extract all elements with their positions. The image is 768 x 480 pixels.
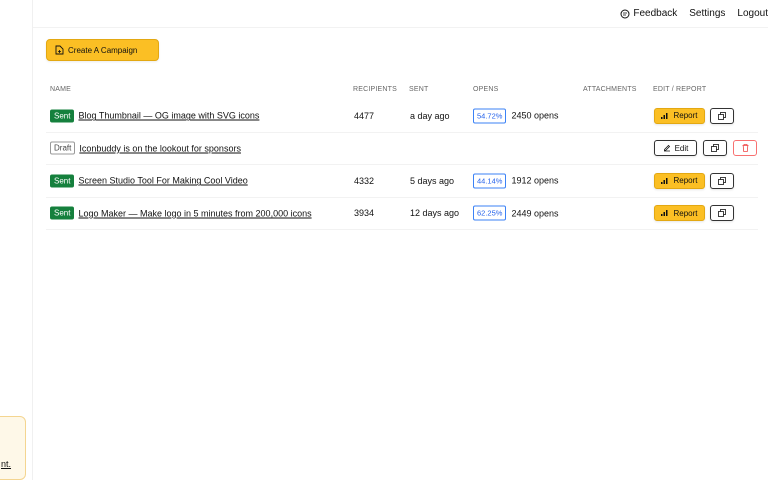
opens-count: 2450 opens <box>511 110 559 121</box>
opens-cell: 44.14% 1912 opens <box>473 173 559 189</box>
recipients-value: 4332 <box>354 175 375 186</box>
header-recipients: RECIPIENTS <box>353 86 398 93</box>
sidebar: nt. <box>0 0 33 480</box>
table-row: Sent Logo Maker — Make logo in 5 minutes… <box>46 198 758 230</box>
feedback-link[interactable]: Feedback <box>620 8 677 19</box>
status-badge: Sent <box>50 109 75 123</box>
campaign-name-link[interactable]: Logo Maker — Make logo in 5 minutes from… <box>78 208 311 218</box>
top-bar: Feedback Settings Logout <box>33 0 768 28</box>
table-header: NAME RECIPIENTS SENT OPENS ATTACHMENTS E… <box>46 82 758 100</box>
open-rate-badge: 44.14% <box>473 173 507 189</box>
actions-cell: Report <box>654 172 734 189</box>
status-badge: Draft <box>50 141 76 155</box>
campaign-name-link[interactable]: Iconbuddy is on the lookout for sponsors <box>79 143 241 153</box>
settings-label: Settings <box>689 8 726 19</box>
opens-cell: 54.72% 2450 opens <box>473 108 559 124</box>
campaign-name-cell: Sent Blog Thumbnail — OG image with SVG … <box>50 109 259 123</box>
sidebar-promo-link[interactable]: nt. <box>1 459 11 469</box>
actions-cell: Report <box>654 205 734 222</box>
bar-chart-icon <box>661 177 668 184</box>
duplicate-button[interactable] <box>710 172 734 189</box>
table-row: Sent Blog Thumbnail — OG image with SVG … <box>46 100 758 133</box>
recipients-value: 4477 <box>354 110 375 121</box>
feedback-icon <box>620 9 630 18</box>
actions-cell: Edit <box>654 140 757 157</box>
report-label: Report <box>673 111 698 121</box>
report-label: Report <box>673 176 698 186</box>
status-badge: Sent <box>50 174 75 188</box>
delete-button[interactable] <box>733 140 757 157</box>
campaigns-table: NAME RECIPIENTS SENT OPENS ATTACHMENTS E… <box>46 82 758 230</box>
sent-value: 5 days ago <box>410 175 455 186</box>
logout-label: Logout <box>737 8 768 19</box>
status-badge: Sent <box>50 206 75 220</box>
open-rate-badge: 54.72% <box>473 108 507 124</box>
header-attachments: ATTACHMENTS <box>583 86 637 93</box>
campaign-name-link[interactable]: Blog Thumbnail — OG image with SVG icons <box>78 111 259 121</box>
duplicate-button[interactable] <box>710 107 734 124</box>
open-rate-badge: 62.25% <box>473 205 507 221</box>
copy-icon <box>718 176 726 185</box>
header-edit-report: EDIT / REPORT <box>653 86 707 93</box>
recipients-value: 3934 <box>354 208 375 219</box>
logout-link[interactable]: Logout <box>737 8 768 19</box>
campaign-name-cell: Sent Screen Studio Tool For Making Cool … <box>50 174 248 188</box>
edit-button[interactable]: Edit <box>654 140 697 157</box>
trash-icon <box>742 144 748 153</box>
sidebar-promo-card: nt. <box>0 416 26 480</box>
report-button[interactable]: Report <box>654 107 705 124</box>
opens-count: 1912 opens <box>511 175 559 186</box>
header-opens: OPENS <box>473 86 499 93</box>
top-nav: Feedback Settings Logout <box>608 8 768 19</box>
header-sent: SENT <box>409 86 429 93</box>
copy-icon <box>711 144 719 153</box>
report-button[interactable]: Report <box>654 205 705 222</box>
copy-icon <box>718 209 726 218</box>
report-label: Report <box>673 208 698 218</box>
duplicate-button[interactable] <box>710 205 734 222</box>
duplicate-button[interactable] <box>703 140 727 157</box>
create-campaign-label: Create A Campaign <box>68 45 138 55</box>
opens-count: 2449 opens <box>511 208 559 219</box>
edit-label: Edit <box>674 143 689 153</box>
settings-link[interactable]: Settings <box>689 8 725 19</box>
create-campaign-button[interactable]: Create A Campaign <box>46 39 159 61</box>
table-row: Sent Screen Studio Tool For Making Cool … <box>46 165 758 198</box>
campaign-name-link[interactable]: Screen Studio Tool For Making Cool Video <box>78 176 247 186</box>
feedback-label: Feedback <box>633 8 678 19</box>
sent-value: a day ago <box>410 110 450 121</box>
copy-icon <box>718 111 726 120</box>
edit-icon <box>663 145 670 152</box>
file-plus-icon <box>55 45 64 55</box>
report-button[interactable]: Report <box>654 172 705 189</box>
campaign-name-cell: Sent Logo Maker — Make logo in 5 minutes… <box>50 206 312 220</box>
actions-cell: Report <box>654 107 734 124</box>
opens-cell: 62.25% 2449 opens <box>473 205 559 221</box>
bar-chart-icon <box>661 112 668 119</box>
bar-chart-icon <box>661 210 668 217</box>
sent-value: 12 days ago <box>410 208 460 219</box>
campaign-name-cell: Draft Iconbuddy is on the lookout for sp… <box>50 141 241 155</box>
header-name: NAME <box>50 86 72 93</box>
table-row: Draft Iconbuddy is on the lookout for sp… <box>46 133 758 165</box>
